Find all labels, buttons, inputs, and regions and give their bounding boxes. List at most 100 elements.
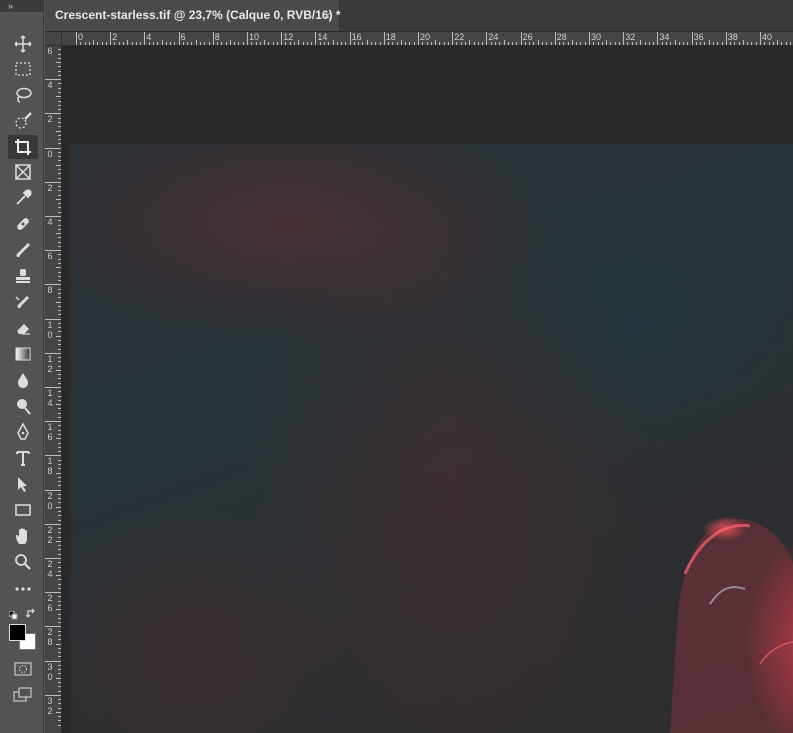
stamp-icon	[16, 269, 30, 283]
document-tab-bar: Crescent-starless.tif @ 23,7% (Calque 0,…	[45, 0, 793, 32]
ruler-tick	[58, 647, 61, 649]
healing-brush-tool-button[interactable]	[8, 212, 38, 236]
ruler-label: 8	[47, 466, 53, 477]
default-colors-icon[interactable]	[8, 607, 18, 620]
ruler-label: 40	[762, 32, 773, 42]
ruler-tick	[58, 532, 61, 534]
move-icon	[14, 35, 32, 53]
gradient-tool-button[interactable]	[8, 342, 38, 366]
type-icon	[16, 451, 30, 466]
ruler-tick	[110, 32, 112, 45]
ruler-tick	[56, 438, 61, 440]
ruler-tick	[58, 442, 61, 444]
foreground-color-swatch[interactable]	[9, 624, 26, 641]
eyedropper-tool-button[interactable]	[8, 186, 38, 210]
ruler-tick	[550, 42, 552, 45]
ruler-tick	[58, 699, 61, 701]
type-tool-button[interactable]	[8, 446, 38, 470]
ruler-tick	[58, 186, 61, 188]
path-selection-tool-button[interactable]	[8, 472, 38, 496]
ruler-tick	[58, 528, 61, 530]
quick-selection-tool-button[interactable]	[8, 109, 38, 133]
ruler-tick	[131, 42, 133, 45]
close-tab-icon[interactable]: ×	[319, 0, 335, 31]
ruler-tick	[58, 288, 61, 290]
pen-tool-button[interactable]	[8, 420, 38, 444]
vertical-ruler[interactable]: 64202468101214161820222426283032	[45, 46, 62, 733]
ruler-tick	[58, 143, 61, 145]
history-brush-tool-button[interactable]	[8, 290, 38, 314]
brush-tool-button[interactable]	[8, 238, 38, 262]
screen-mode-button[interactable]	[13, 687, 33, 703]
blur-tool-button[interactable]	[8, 368, 38, 392]
ruler-tick	[742, 40, 744, 45]
marquee-tool-button[interactable]	[8, 57, 38, 81]
document-tab[interactable]: Crescent-starless.tif @ 23,7% (Calque 0,…	[45, 0, 341, 31]
dodge-icon	[17, 399, 31, 415]
ruler-tick	[58, 502, 61, 504]
ruler-tick	[623, 32, 625, 45]
quick-mask-button[interactable]	[14, 661, 32, 677]
ruler-label: 8	[47, 285, 53, 296]
ruler-tick	[58, 720, 61, 722]
ruler-label: 2	[47, 705, 53, 716]
ruler-tick	[58, 579, 61, 581]
edit-toolbar-button[interactable]	[8, 577, 38, 601]
ruler-tick	[704, 42, 706, 45]
ruler-tick	[144, 32, 146, 45]
ruler-tick	[747, 42, 749, 45]
ruler-tick	[268, 42, 270, 45]
drop-icon	[18, 373, 28, 388]
ruler-tick	[58, 374, 61, 376]
ruler-tick	[294, 42, 296, 45]
ruler-tick	[56, 96, 61, 98]
ruler-label: 3	[47, 695, 53, 706]
ruler-tick	[58, 263, 61, 265]
ruler-tick	[717, 42, 719, 45]
ruler-tick	[349, 32, 351, 45]
ruler-tick	[135, 42, 137, 45]
ruler-tick	[58, 357, 61, 359]
ruler-label: 6	[47, 432, 53, 443]
hand-icon	[16, 528, 27, 544]
ruler-label: 12	[283, 32, 294, 42]
clone-stamp-tool-button[interactable]	[8, 264, 38, 288]
bandage-icon	[17, 218, 29, 230]
ruler-tick	[777, 40, 779, 45]
ruler-tick	[409, 42, 411, 45]
crop-tool-button[interactable]	[8, 135, 38, 159]
ruler-label: 4	[146, 32, 152, 42]
document-canvas-image[interactable]	[70, 144, 793, 733]
swap-colors-icon[interactable]	[25, 606, 37, 618]
ruler-tick	[58, 707, 61, 709]
ruler-tick	[204, 42, 206, 45]
ruler-tick	[580, 42, 582, 45]
ruler-tick	[58, 553, 61, 555]
crop-icon	[15, 139, 31, 155]
ruler-tick	[58, 519, 61, 521]
ruler-tick	[58, 639, 61, 641]
ruler-label: 0	[47, 148, 53, 159]
ruler-label: 6	[47, 251, 53, 262]
horizontal-ruler[interactable]: 0 2 4 6 8 10 12 14 16 18 20 22 24 26 28 30 32 34 36 38 40	[62, 32, 793, 46]
hand-tool-button[interactable]	[8, 524, 38, 548]
ruler-tick	[58, 536, 61, 538]
ruler-tick	[781, 42, 783, 45]
collapse-toolbar-button[interactable]: ››	[0, 0, 44, 12]
ruler-tick	[443, 42, 445, 45]
eraser-tool-button[interactable]	[8, 316, 38, 340]
move-tool-button[interactable]	[8, 32, 38, 56]
ruler-tick	[58, 348, 61, 350]
ruler-tick	[187, 42, 189, 45]
ruler-tick	[281, 32, 283, 45]
zoom-tool-button[interactable]	[8, 550, 38, 574]
ruler-label: 2	[47, 593, 53, 604]
ruler-tick	[58, 459, 61, 461]
dodge-tool-button[interactable]	[8, 394, 38, 418]
ruler-origin[interactable]	[45, 32, 62, 46]
ruler-tick	[56, 335, 61, 337]
ruler-tick	[56, 369, 61, 371]
rectangle-tool-button[interactable]	[8, 498, 38, 522]
frame-tool-button[interactable]	[8, 160, 38, 184]
lasso-tool-button[interactable]	[8, 83, 38, 107]
